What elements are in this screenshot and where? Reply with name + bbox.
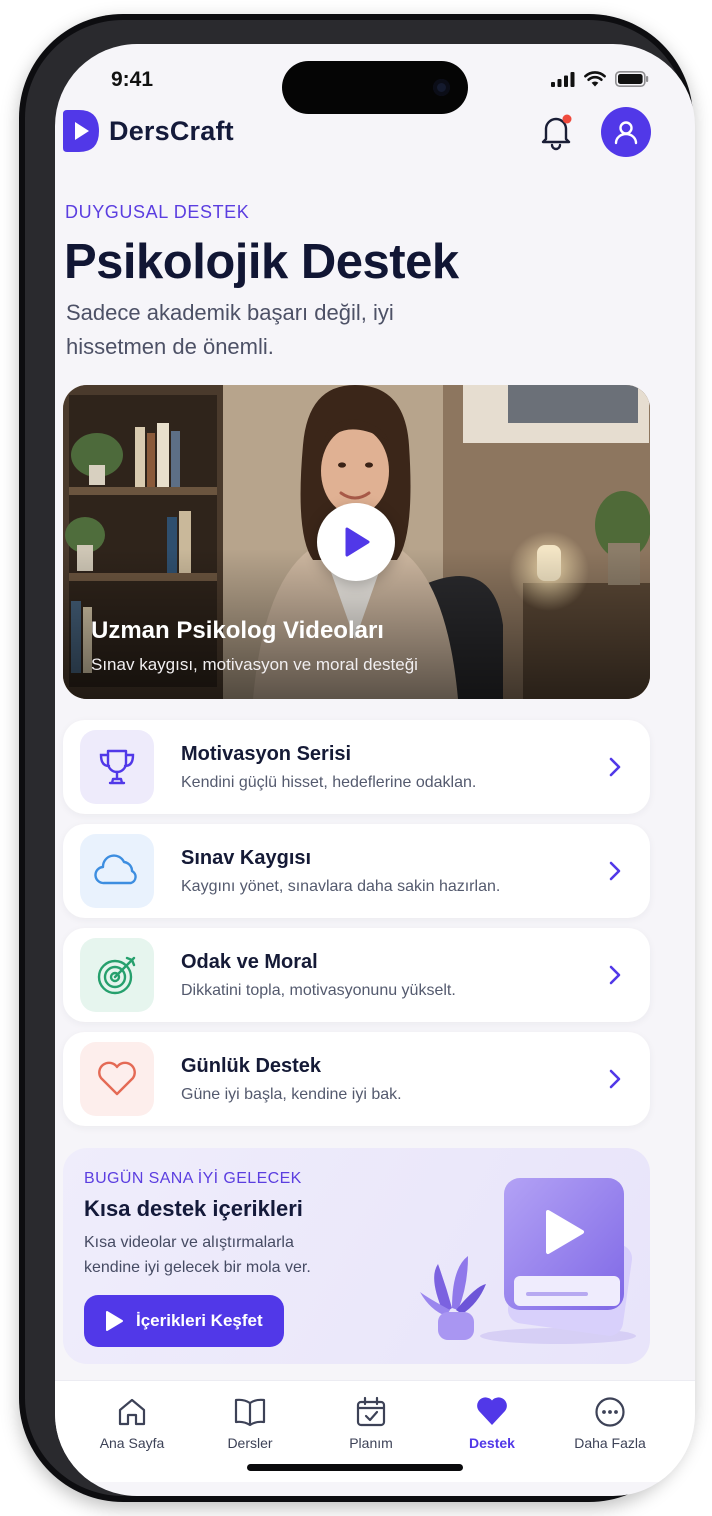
card-motivation-series[interactable]: Motivasyon Serisi Kendini güçlü hisset, … (63, 720, 650, 814)
video-card-title: Uzman Psikolog Videoları (91, 617, 384, 644)
page-subtitle: Sadece akademik başarı değil, iyi hisset… (66, 300, 394, 359)
psychologist-video-card[interactable]: Uzman Psikolog Videoları Sınav kaygısı, … (63, 385, 650, 699)
page-title: Psikolojik Destek (64, 235, 459, 289)
card-description: Güne iyi başla, kendine iyi bak. (181, 1086, 402, 1103)
promo-description: Kısa videolar ve alıştırmalarla kendine … (84, 1234, 311, 1276)
status-time: 9:41 (111, 68, 154, 91)
app-name: DersCraft (109, 115, 234, 146)
card-description: Kaygını yönet, sınavlara daha sakin hazı… (181, 878, 501, 895)
card-exam-anxiety[interactable]: Sınav Kaygısı Kaygını yönet, sınavlara d… (63, 824, 650, 918)
signal-icon (551, 72, 575, 87)
video-illustration (420, 1178, 636, 1344)
chevron-right-icon (609, 1069, 621, 1089)
heart-icon (477, 1397, 507, 1425)
play-button[interactable] (317, 503, 395, 581)
card-icon-box (80, 730, 154, 804)
heart-icon (98, 1061, 136, 1096)
card-icon-box (80, 1042, 154, 1116)
play-icon (345, 527, 370, 557)
promo-title: Kısa destek içerikleri (84, 1196, 303, 1221)
dynamic-island (282, 61, 468, 114)
tab-label: Destek (469, 1435, 515, 1451)
tab-plan[interactable]: Planım (316, 1395, 426, 1451)
explore-content-label: İçerikleri Keşfet (136, 1311, 263, 1330)
promo-eyebrow: BUGÜN SANA İYİ GELECEK (84, 1170, 302, 1187)
tab-label: Daha Fazla (574, 1435, 646, 1451)
play-icon (106, 1311, 123, 1331)
video-card-subtitle: Sınav kaygısı, motivasyon ve moral deste… (91, 655, 418, 674)
trophy-icon (99, 749, 135, 785)
tab-support[interactable]: Destek (437, 1395, 547, 1451)
card-icon-box (80, 938, 154, 1012)
card-daily-support[interactable]: Günlük Destek Güne iyi başla, kendine iy… (63, 1032, 650, 1126)
tab-label: Ana Sayfa (99, 1435, 165, 1451)
card-title: Odak ve Moral (181, 951, 318, 973)
home-indicator (247, 1464, 463, 1471)
status-icons (551, 71, 649, 87)
home-icon (118, 1398, 146, 1426)
calendar-icon (356, 1396, 386, 1427)
target-icon (97, 956, 136, 995)
tab-more[interactable]: Daha Fazla (555, 1395, 665, 1451)
card-icon-box (80, 834, 154, 908)
tab-courses[interactable]: Dersler (195, 1395, 305, 1451)
card-description: Kendini güçlü hisset, hedeflerine odakla… (181, 774, 477, 791)
tab-home[interactable]: Ana Sayfa (77, 1395, 187, 1451)
chevron-right-icon (609, 861, 621, 881)
notification-bell-icon[interactable] (537, 112, 575, 152)
user-icon (614, 121, 638, 145)
profile-avatar-button[interactable] (601, 107, 651, 157)
page-eyebrow: DUYGUSAL DESTEK (65, 202, 250, 222)
card-title: Günlük Destek (181, 1055, 322, 1077)
chevron-right-icon (609, 965, 621, 985)
card-focus-morale[interactable]: Odak ve Moral Dikkatini topla, motivasyo… (63, 928, 650, 1022)
logo-mark-icon (63, 110, 99, 152)
tab-label: Planım (349, 1435, 393, 1451)
card-description: Dikkatini topla, motivasyonunu yükselt. (181, 982, 456, 999)
chevron-right-icon (609, 757, 621, 777)
card-title: Sınav Kaygısı (181, 847, 312, 869)
battery-icon (615, 71, 649, 87)
cloud-icon (94, 854, 137, 885)
book-icon (234, 1398, 266, 1427)
card-title: Motivasyon Serisi (181, 743, 352, 765)
explore-content-button[interactable]: İçerikleri Keşfet (84, 1295, 284, 1347)
app-screen: 9:41 DersCraft DUYGUSAL DESTEK Psikoloji… (55, 44, 695, 1496)
promo-banner: BUGÜN SANA İYİ GELECEK Kısa destek içeri… (63, 1148, 650, 1364)
tab-label: Dersler (227, 1435, 273, 1451)
more-icon (595, 1397, 625, 1427)
wifi-icon (584, 71, 606, 87)
app-logo[interactable]: DersCraft (63, 110, 234, 152)
